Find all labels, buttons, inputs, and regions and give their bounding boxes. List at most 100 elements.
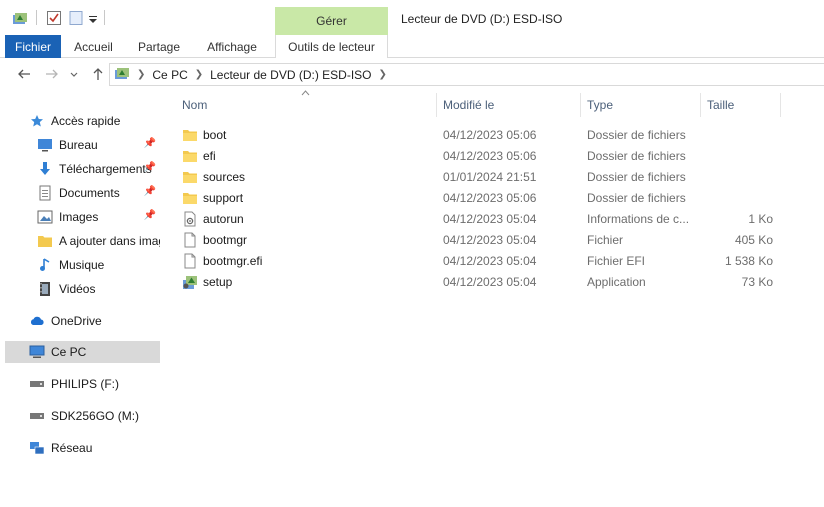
sidebar-item-label: Bureau xyxy=(59,138,98,152)
sidebar-item-philips-drive[interactable]: PHILIPS (F:) xyxy=(29,373,160,395)
file-size: 405 Ko xyxy=(734,232,773,247)
file-icon xyxy=(182,253,198,269)
file-type: Dossier de fichiers xyxy=(587,148,686,163)
download-icon xyxy=(37,161,53,177)
properties-icon[interactable] xyxy=(12,8,28,28)
arrow-right-icon xyxy=(46,69,58,79)
computer-icon xyxy=(29,344,45,360)
sidebar-item-label: Images xyxy=(59,210,99,224)
folder-icon xyxy=(182,127,198,143)
column-divider[interactable] xyxy=(436,93,437,117)
file-modified: 04/12/2023 05:04 xyxy=(443,232,537,247)
breadcrumb-separator[interactable]: ❯ xyxy=(379,69,387,80)
sidebar-item-downloads[interactable]: Téléchargements 📌 xyxy=(37,158,160,180)
file-row-bootmgr[interactable]: bootmgr 04/12/2023 05:04 Fichier 405 Ko xyxy=(180,229,780,250)
folder-icon xyxy=(37,233,53,249)
customize-qa-icon[interactable] xyxy=(88,8,98,28)
file-modified: 04/12/2023 05:04 xyxy=(443,253,537,268)
sidebar-item-onedrive[interactable]: OneDrive xyxy=(29,310,160,332)
forward-button[interactable] xyxy=(42,63,62,85)
column-divider[interactable] xyxy=(580,93,581,117)
sidebar-item-music[interactable]: Musique xyxy=(37,254,160,276)
star-icon xyxy=(29,113,45,129)
sidebar-item-desktop[interactable]: Bureau 📌 xyxy=(37,134,160,156)
pin-icon[interactable]: 📌 xyxy=(144,162,156,173)
cloud-icon xyxy=(29,313,45,329)
breadcrumb-separator[interactable]: ❯ xyxy=(195,69,203,80)
sidebar-item-label: Ce PC xyxy=(51,345,87,359)
ribbon-tabs: Fichier Accueil Partage Affichage Outils… xyxy=(0,35,824,59)
sidebar-item-label: PHILIPS (F:) xyxy=(51,377,120,391)
window-title: Lecteur de DVD (D:) ESD-ISO xyxy=(401,12,563,26)
tab-view[interactable]: Affichage xyxy=(198,35,266,58)
file-row-efi[interactable]: efi 04/12/2023 05:06 Dossier de fichiers xyxy=(180,145,780,166)
tab-file[interactable]: Fichier xyxy=(5,35,61,58)
breadcrumb-this-pc[interactable]: Ce PC xyxy=(152,68,187,82)
file-type: Fichier EFI xyxy=(587,253,646,268)
title-bar: Gérer Lecteur de DVD (D:) ESD-ISO xyxy=(0,0,824,36)
arrow-left-icon xyxy=(18,69,30,79)
folder-icon xyxy=(182,190,198,206)
sidebar-item-a-ajouter[interactable]: A ajouter dans images xyxy=(37,230,160,252)
column-divider[interactable] xyxy=(780,93,781,117)
tab-drive-tools[interactable]: Outils de lecteur xyxy=(275,35,388,59)
file-row-setup[interactable]: setup 04/12/2023 05:04 Application 73 Ko xyxy=(180,271,780,292)
file-name: sources xyxy=(203,169,246,184)
folder-icon xyxy=(182,169,198,185)
file-name: support xyxy=(203,190,244,205)
sidebar-item-images[interactable]: Images 📌 xyxy=(37,206,160,228)
up-button[interactable] xyxy=(88,63,108,85)
file-name: bootmgr xyxy=(203,232,248,247)
file-size: 1 Ko xyxy=(748,211,773,226)
usb-drive-icon xyxy=(29,408,45,424)
back-button[interactable] xyxy=(14,63,34,85)
file-modified: 01/01/2024 21:51 xyxy=(443,169,537,184)
breadcrumb-separator[interactable]: ❯ xyxy=(137,69,145,80)
setup-app-icon xyxy=(182,274,198,290)
pin-icon[interactable]: 📌 xyxy=(144,138,156,149)
file-name: autorun xyxy=(203,211,244,226)
tab-home[interactable]: Accueil xyxy=(66,35,121,58)
sidebar-item-sdk-drive[interactable]: SDK256GO (M:) xyxy=(29,405,160,427)
sidebar-item-network[interactable]: Réseau xyxy=(29,437,160,459)
file-size xyxy=(700,187,773,208)
address-bar[interactable]: ❯ Ce PC ❯ Lecteur de DVD (D:) ESD-ISO ❯ xyxy=(109,63,824,86)
file-row-support[interactable]: support 04/12/2023 05:06 Dossier de fich… xyxy=(180,187,780,208)
column-header-size[interactable]: Taille xyxy=(707,93,780,117)
contextual-group-manage: Gérer xyxy=(275,7,388,35)
column-header-type[interactable]: Type xyxy=(587,93,700,117)
sidebar-item-label: A ajouter dans images xyxy=(59,234,160,248)
file-size: 73 Ko xyxy=(741,274,773,289)
checkbox-icon[interactable] xyxy=(46,8,62,28)
file-name: efi xyxy=(203,148,216,163)
file-icon xyxy=(182,232,198,248)
chevron-down-icon xyxy=(70,72,78,77)
file-row-sources[interactable]: sources 01/01/2024 21:51 Dossier de fich… xyxy=(180,166,780,187)
column-divider[interactable] xyxy=(700,93,701,117)
file-name: setup xyxy=(203,274,233,289)
file-row-autorun[interactable]: autorun 04/12/2023 05:04 Informations de… xyxy=(180,208,780,229)
file-size xyxy=(700,145,773,166)
sidebar-item-label: Téléchargements xyxy=(59,162,152,176)
file-name: bootmgr.efi xyxy=(203,253,263,268)
column-header-name[interactable]: Nom xyxy=(182,93,436,117)
tab-share[interactable]: Partage xyxy=(130,35,188,58)
music-icon xyxy=(37,257,53,273)
navigation-bar: ❯ Ce PC ❯ Lecteur de DVD (D:) ESD-ISO ❯ xyxy=(0,58,824,90)
file-row-bootmgr-efi[interactable]: bootmgr.efi 04/12/2023 05:04 Fichier EFI… xyxy=(180,250,780,271)
sidebar-item-label: Documents xyxy=(59,186,120,200)
file-type: Application xyxy=(587,274,646,289)
breadcrumb-dvd-drive[interactable]: Lecteur de DVD (D:) ESD-ISO xyxy=(210,68,371,82)
column-header-modified[interactable]: Modifié le xyxy=(443,93,580,117)
pin-icon[interactable]: 📌 xyxy=(144,210,156,221)
file-row-boot[interactable]: boot 04/12/2023 05:06 Dossier de fichier… xyxy=(180,124,780,145)
new-folder-icon[interactable] xyxy=(68,8,84,28)
sidebar-item-this-pc[interactable]: Ce PC xyxy=(5,341,160,363)
file-size: 1 538 Ko xyxy=(724,253,773,268)
recent-locations-button[interactable] xyxy=(64,63,84,85)
sidebar-item-documents[interactable]: Documents 📌 xyxy=(37,182,160,204)
sidebar-item-videos[interactable]: Vidéos xyxy=(37,278,160,300)
sidebar-item-quick-access[interactable]: Accès rapide xyxy=(29,110,160,132)
images-icon xyxy=(37,209,53,225)
pin-icon[interactable]: 📌 xyxy=(144,186,156,197)
